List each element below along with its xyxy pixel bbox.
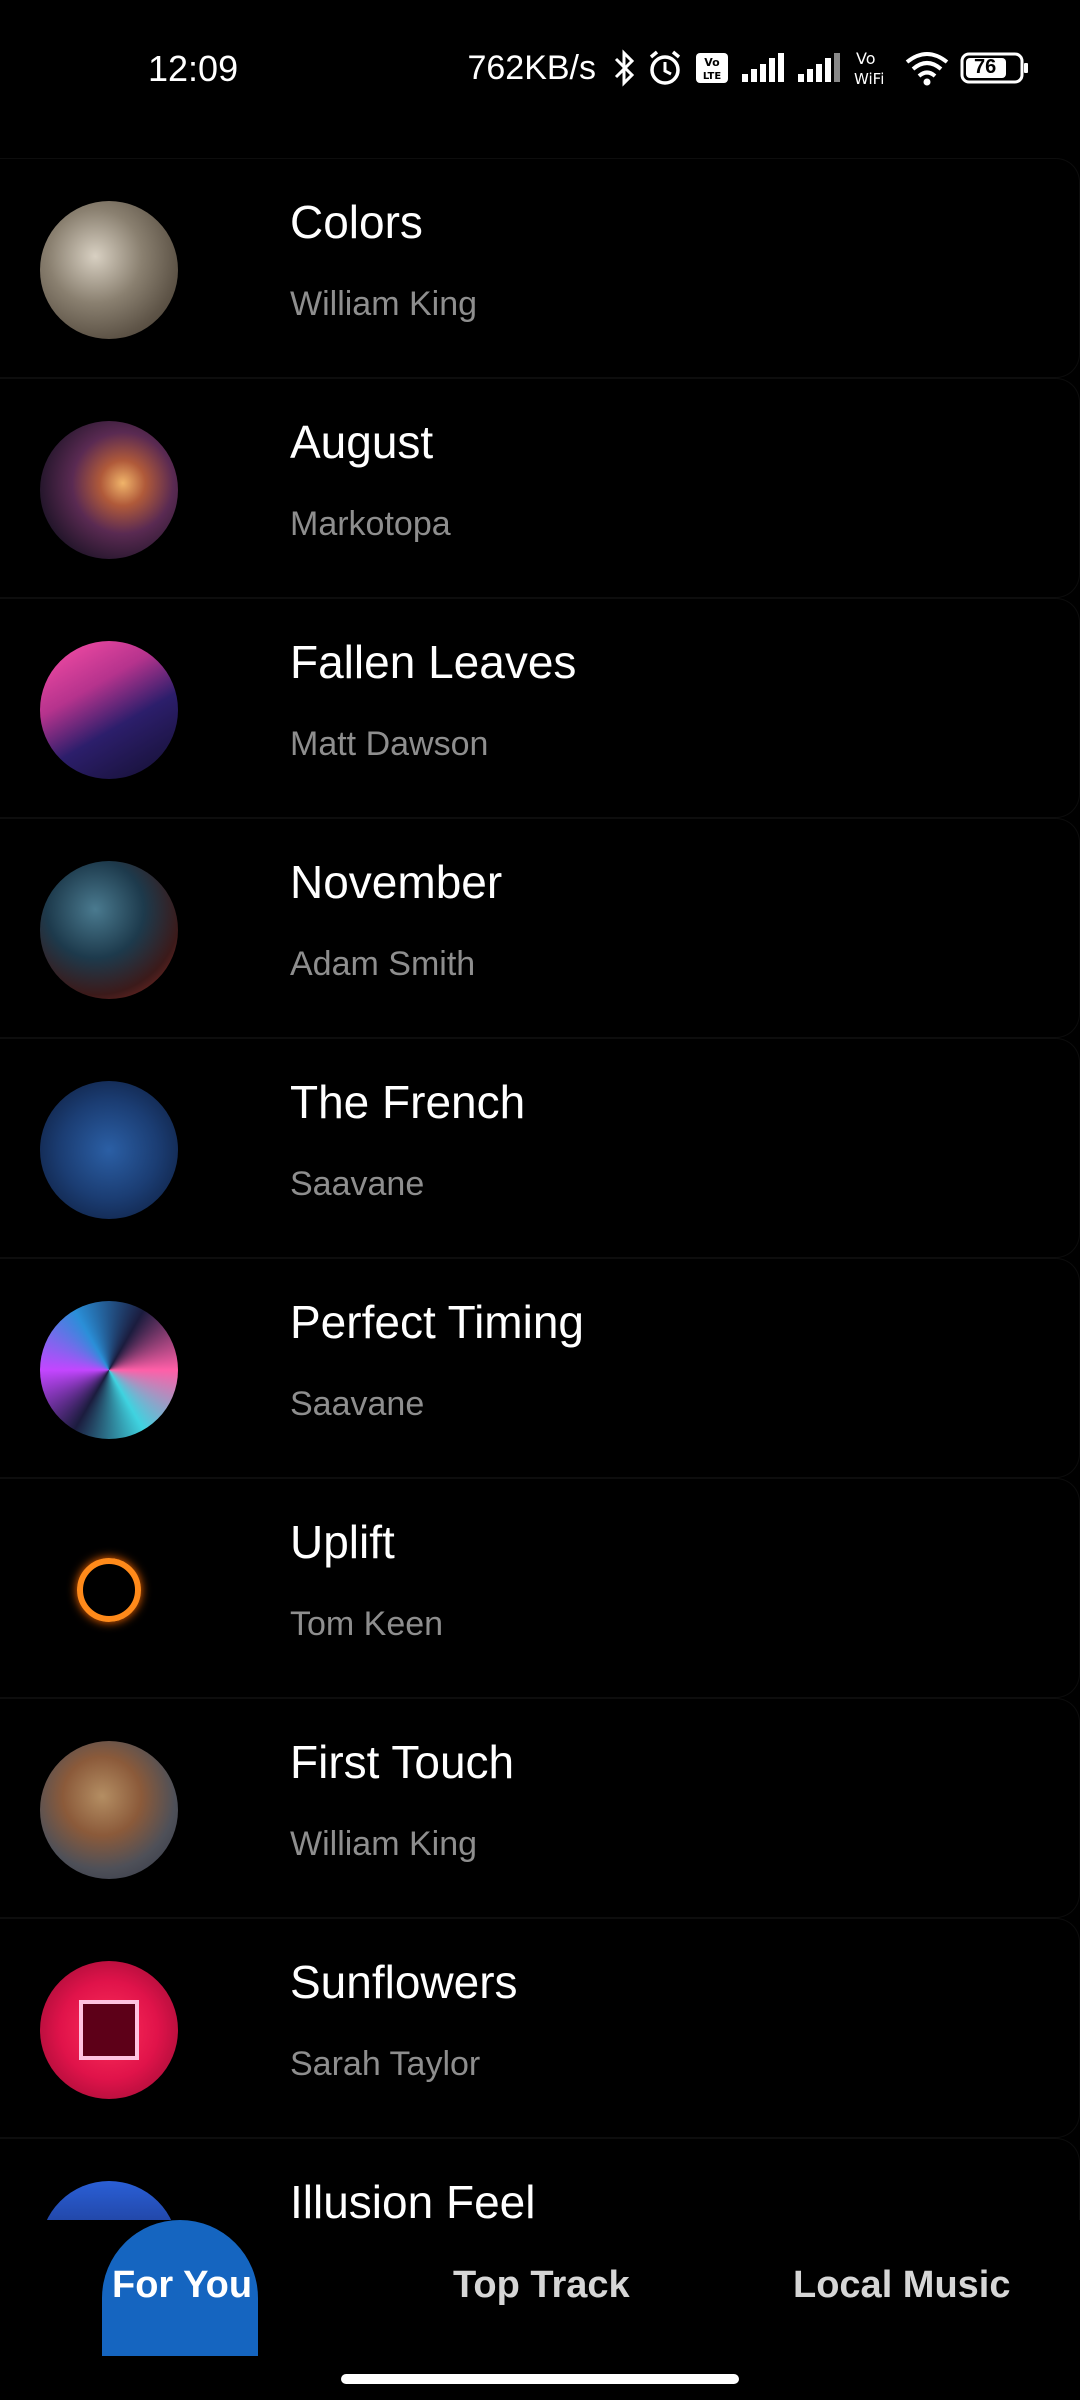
album-art bbox=[40, 1081, 178, 1219]
svg-text:WiFi: WiFi bbox=[854, 70, 884, 88]
track-artist: Matt Dawson bbox=[290, 725, 489, 763]
album-art bbox=[40, 861, 178, 999]
battery-icon: 76 bbox=[960, 51, 1030, 85]
track-artist: Sarah Taylor bbox=[290, 2045, 481, 2083]
track-item[interactable]: Colors William King bbox=[0, 158, 1080, 378]
track-item[interactable]: Uplift Tom Keen bbox=[0, 1478, 1080, 1698]
volte-icon: Vo LTE bbox=[694, 51, 730, 85]
track-title: The French bbox=[290, 1076, 526, 1128]
track-title: Perfect Timing bbox=[290, 1296, 584, 1348]
tab-for-you[interactable]: For You bbox=[112, 2264, 252, 2307]
track-item[interactable]: August Markotopa bbox=[0, 378, 1080, 598]
alarm-icon bbox=[646, 49, 684, 87]
svg-text:Vo: Vo bbox=[856, 49, 876, 68]
album-art bbox=[40, 1521, 178, 1659]
signal-icon bbox=[740, 52, 786, 84]
track-item[interactable]: Perfect Timing Saavane bbox=[0, 1258, 1080, 1478]
vowifi-icon: Vo WiFi bbox=[852, 48, 894, 88]
battery-level: 76 bbox=[974, 56, 997, 78]
status-time: 12:09 bbox=[148, 48, 239, 89]
track-title: Sunflowers bbox=[290, 1956, 518, 2008]
wifi-icon bbox=[904, 50, 950, 86]
signal-icon bbox=[796, 52, 842, 84]
album-art bbox=[40, 421, 178, 559]
album-art bbox=[40, 1741, 178, 1879]
status-bar: 12:09 762KB/s Vo LTE Vo WiFi 76 bbox=[0, 0, 1080, 140]
bluetooth-icon bbox=[612, 49, 636, 87]
track-artist: Markotopa bbox=[290, 505, 451, 543]
track-item[interactable]: The French Saavane bbox=[0, 1038, 1080, 1258]
track-title: November bbox=[290, 856, 503, 908]
album-art bbox=[40, 201, 178, 339]
track-list: Colors William King August Markotopa Fal… bbox=[0, 158, 1080, 2358]
home-indicator[interactable] bbox=[341, 2374, 739, 2384]
album-art bbox=[40, 1961, 178, 2099]
svg-text:LTE: LTE bbox=[703, 71, 722, 82]
bottom-nav: For You Top Track Local Music bbox=[0, 2220, 1080, 2400]
album-art bbox=[40, 1301, 178, 1439]
track-title: First Touch bbox=[290, 1736, 515, 1788]
tab-local-music[interactable]: Local Music bbox=[793, 2264, 1011, 2307]
track-title: Fallen Leaves bbox=[290, 636, 577, 688]
track-artist: Tom Keen bbox=[290, 1605, 444, 1643]
tab-top-track[interactable]: Top Track bbox=[453, 2264, 630, 2307]
ring-icon bbox=[77, 1558, 141, 1622]
track-artist: Saavane bbox=[290, 1165, 425, 1203]
track-artist: William King bbox=[290, 1825, 478, 1863]
track-item[interactable]: First Touch William King bbox=[0, 1698, 1080, 1918]
track-artist: Adam Smith bbox=[290, 945, 476, 983]
track-title: August bbox=[290, 416, 434, 468]
track-item[interactable]: November Adam Smith bbox=[0, 818, 1080, 1038]
doorway-icon bbox=[79, 2000, 139, 2060]
svg-text:Vo: Vo bbox=[704, 56, 720, 69]
album-art bbox=[40, 641, 178, 779]
track-title: Colors bbox=[290, 196, 423, 248]
network-speed: 762KB/s bbox=[467, 48, 596, 87]
track-title: Uplift bbox=[290, 1516, 395, 1568]
track-artist: Saavane bbox=[290, 1385, 425, 1423]
track-item[interactable]: Sunflowers Sarah Taylor bbox=[0, 1918, 1080, 2138]
track-artist: William King bbox=[290, 285, 478, 323]
track-item[interactable]: Fallen Leaves Matt Dawson bbox=[0, 598, 1080, 818]
status-icons: 762KB/s Vo LTE Vo WiFi 76 bbox=[467, 46, 1030, 90]
